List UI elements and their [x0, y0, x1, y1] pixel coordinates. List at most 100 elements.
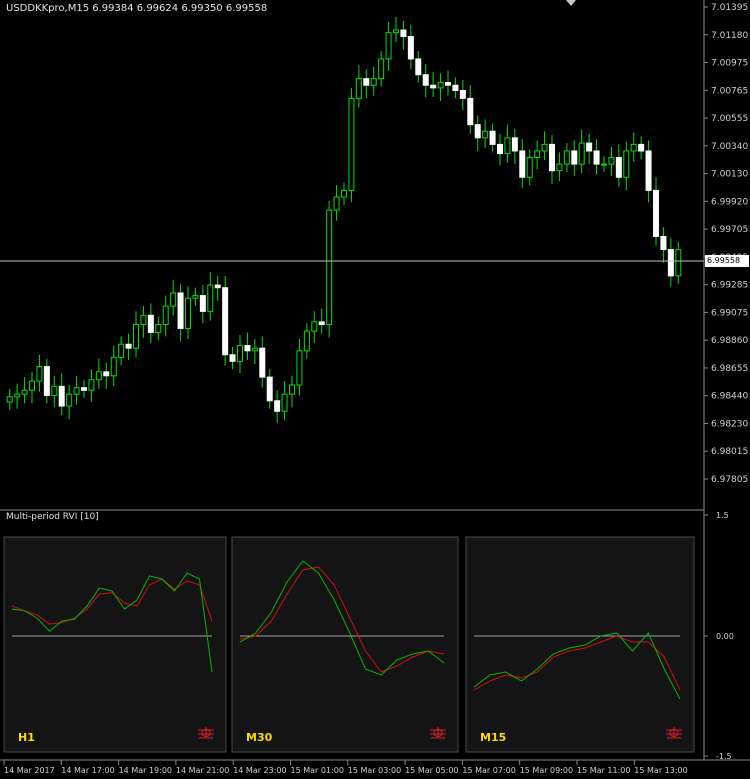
candle-body — [66, 393, 73, 407]
candle-body — [140, 314, 147, 326]
candle-body — [645, 150, 652, 191]
time-tick-label: 14 Mar 23:00 — [233, 766, 286, 775]
chart-canvas[interactable]: H1 M30 M15 7.013957.011807.009757.007657.0… — [0, 0, 750, 779]
candle-body — [437, 82, 444, 89]
candle-body — [326, 209, 333, 326]
timeframe-label: H1 — [18, 731, 35, 744]
time-tick-label: 15 Mar 11:00 — [577, 766, 630, 775]
time-axis: 14 Mar 2017 14 Mar 17:00 14 Mar 19:00 14 Ma… — [3, 760, 688, 775]
candle-body — [73, 387, 80, 395]
price-tick-label: 6.98440 — [711, 392, 748, 402]
time-tick-label: 14 Mar 19:00 — [119, 766, 172, 775]
panel-background — [465, 536, 695, 753]
time-tick-label: 15 Mar 03:00 — [348, 766, 401, 775]
candlestick-series — [6, 16, 682, 424]
candle-body — [266, 376, 273, 402]
candle-body — [43, 366, 50, 397]
rvi-panel-m30: M30 — [231, 536, 459, 753]
candle-body — [534, 150, 541, 159]
candle-body — [385, 32, 392, 60]
candle-body — [162, 305, 169, 326]
candle-body — [296, 350, 303, 386]
chevron-down-icon[interactable] — [566, 0, 576, 6]
candle-body — [504, 137, 511, 155]
candle-body — [393, 29, 399, 34]
candle-body — [556, 163, 563, 172]
candle-body — [348, 97, 355, 191]
candle-body — [467, 97, 474, 126]
price-tick-label: 6.98655 — [711, 364, 748, 374]
candle-body — [355, 78, 362, 99]
candle-body — [586, 142, 593, 152]
rvi-panel-h1: H1 — [3, 536, 227, 753]
symbol-info: USDDKKpro,M15 6.99384 6.99624 6.99350 6.… — [6, 3, 268, 14]
candle-body — [118, 343, 125, 358]
timeframe-label: M30 — [246, 731, 273, 744]
candle-body — [318, 321, 325, 326]
price-tick-label: 7.00340 — [711, 142, 748, 152]
candle-body — [563, 150, 570, 165]
timeframe-label: M15 — [480, 731, 506, 744]
price-tick-label: 7.00130 — [711, 170, 748, 180]
candle-body — [363, 78, 370, 86]
candle-body — [29, 380, 35, 391]
candle-body — [422, 74, 429, 86]
candle-body — [608, 157, 615, 165]
indicator-tick-label: -1.5 — [716, 752, 732, 761]
candle-body — [251, 347, 258, 352]
candle-body — [259, 347, 266, 378]
candle-body — [155, 324, 162, 333]
time-tick-label: 14 Mar 17:00 — [61, 766, 114, 775]
candle-body — [51, 385, 58, 397]
candle-body — [125, 343, 132, 349]
candle-body — [237, 345, 243, 362]
candle-body — [147, 314, 154, 333]
time-tick-label: 15 Mar 13:00 — [634, 766, 687, 775]
candle-body — [430, 84, 437, 89]
candle-body — [88, 379, 95, 391]
candle-body — [660, 235, 667, 251]
time-tick-label: 15 Mar 09:00 — [520, 766, 573, 775]
candle-body — [14, 393, 21, 398]
price-tick-label: 6.98230 — [711, 419, 748, 429]
candle-body — [281, 393, 288, 412]
indicator-panels: H1 M30 M15 — [3, 536, 695, 753]
price-tick-label: 6.97805 — [711, 475, 748, 485]
candle-body — [21, 389, 28, 395]
candle-body — [199, 295, 206, 312]
candle-body — [244, 345, 251, 352]
candle-body — [333, 196, 340, 211]
candle-body — [185, 297, 191, 329]
candle-body — [407, 36, 414, 60]
candle-body — [400, 29, 407, 38]
price-tick-label: 6.99075 — [711, 308, 748, 318]
candle-body — [274, 400, 281, 412]
candle-body — [653, 189, 659, 237]
candle-body — [170, 292, 177, 307]
candle-body — [177, 292, 184, 329]
price-tick-label: 6.99285 — [711, 281, 748, 291]
candle-body — [519, 150, 526, 178]
candle-body — [638, 143, 645, 152]
candle-body — [192, 295, 199, 299]
time-tick-label: 15 Mar 01:00 — [291, 766, 344, 775]
candle-body — [615, 157, 622, 178]
price-tick-label: 7.00765 — [711, 86, 748, 96]
price-tick-label: 7.01395 — [711, 3, 748, 13]
indicator-tick-label: 1.5 — [716, 511, 729, 520]
candle-body — [81, 387, 87, 391]
price-tick-label: 7.00555 — [711, 114, 748, 124]
candle-body — [110, 356, 117, 377]
price-tick-label: 7.00975 — [711, 59, 748, 69]
price-tick-label: 6.98015 — [711, 447, 748, 457]
rvi-panel-m15: M15 — [465, 536, 695, 753]
candle-body — [593, 150, 600, 165]
candle-body — [378, 58, 385, 80]
candle-body — [459, 89, 466, 99]
candle-body — [6, 396, 13, 403]
price-tick-label: 6.99705 — [711, 225, 748, 235]
candle-body — [489, 130, 496, 145]
candle-body — [303, 330, 310, 352]
candle-body — [497, 143, 503, 155]
candle-body — [571, 150, 578, 165]
